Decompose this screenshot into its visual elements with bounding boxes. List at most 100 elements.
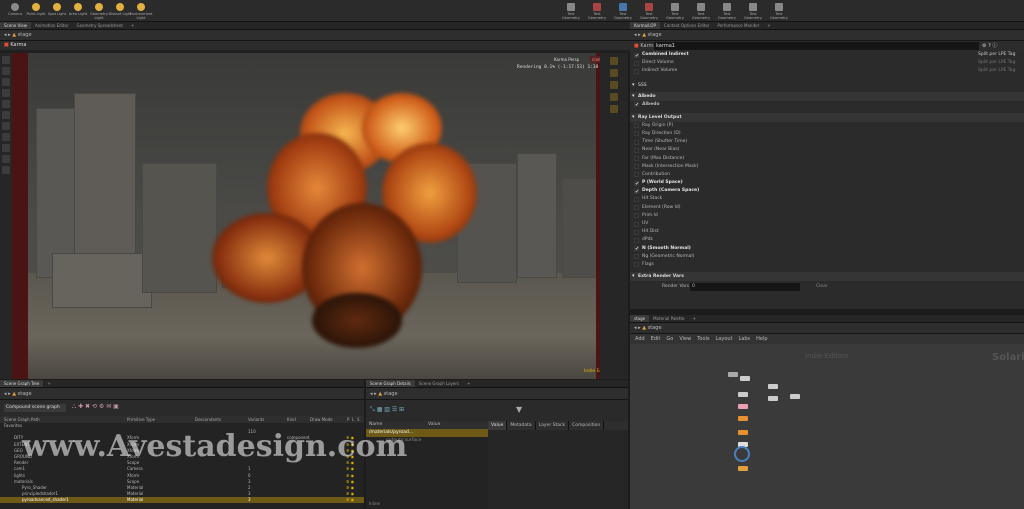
- param-checkbox[interactable]: [634, 229, 639, 235]
- param-checkbox[interactable]: [634, 221, 639, 227]
- karma-render-viewport[interactable]: Rendering 0.1% (-1:17:53) 1:38 Karma Per…: [12, 53, 628, 379]
- param-checkbox-row[interactable]: Element (Row Id): [630, 204, 1024, 212]
- filter-icon[interactable]: ▼: [516, 405, 522, 414]
- param-checkbox[interactable]: [634, 139, 639, 145]
- param-checkbox-row[interactable]: Hit Dist: [630, 228, 1024, 236]
- param-checkbox-row[interactable]: Indirect Volume Split per LPE Tag: [630, 67, 1024, 75]
- param-checkbox-row[interactable]: Ray Direction (D): [630, 130, 1024, 138]
- param-checkbox[interactable]: [634, 147, 639, 153]
- test-geometry-button[interactable]: Test Geometry: [662, 3, 688, 21]
- lop-node[interactable]: [728, 372, 738, 377]
- albedo-checkbox[interactable]: [634, 101, 639, 109]
- lop-node[interactable]: [790, 394, 800, 399]
- renderer-menu[interactable]: Karma Persp: [552, 56, 582, 63]
- lop-node[interactable]: [738, 416, 748, 421]
- param-checkbox[interactable]: [634, 156, 639, 161]
- details-subtab[interactable]: Composition: [569, 421, 605, 430]
- param-checkbox[interactable]: [634, 254, 639, 260]
- scale-tool-icon[interactable]: [2, 89, 10, 97]
- param-checkbox[interactable]: [634, 237, 639, 243]
- network-menu-item[interactable]: Help: [756, 336, 767, 342]
- column-header[interactable]: Scene Graph Path: [4, 416, 40, 423]
- viewport-path[interactable]: stage: [18, 32, 32, 38]
- param-checkbox-row[interactable]: Near (Near Bias): [630, 146, 1024, 154]
- tab-performance-monitor[interactable]: Performance Monitor: [713, 22, 763, 29]
- network-path[interactable]: stage: [648, 325, 662, 331]
- lop-node[interactable]: [738, 404, 748, 409]
- param-checkbox[interactable]: [634, 172, 639, 178]
- tab-material-palette[interactable]: Material Palette: [649, 315, 688, 322]
- column-header[interactable]: Variants: [248, 416, 264, 423]
- add-tab-button[interactable]: +: [463, 380, 474, 387]
- scene-tree-path[interactable]: stage: [18, 391, 32, 397]
- camera-tool-icon[interactable]: [2, 133, 10, 141]
- lpe-tag-label[interactable]: Split per LPE Tag: [978, 59, 1015, 67]
- back-arrow-icon[interactable]: ◂ ▸: [370, 391, 377, 397]
- column-header[interactable]: P: [347, 416, 349, 423]
- table-row[interactable]: pyroadvanced_shader1 Material 3 ✲ ◉: [0, 497, 364, 504]
- param-checkbox-row[interactable]: Ray Origin (P): [630, 122, 1024, 130]
- display-option-icon[interactable]: [610, 93, 618, 101]
- display-option-icon[interactable]: [610, 69, 618, 77]
- param-checkbox[interactable]: [634, 60, 639, 66]
- test-geometry-button[interactable]: Test Geometry: [688, 3, 714, 21]
- param-checkbox-row[interactable]: P (World Space): [630, 179, 1024, 188]
- param-checkbox-row[interactable]: Depth (Camera Space): [630, 187, 1024, 196]
- param-checkbox-row[interactable]: Contribution: [630, 171, 1024, 179]
- lop-node[interactable]: [738, 392, 748, 397]
- test-geometry-button[interactable]: Test Geometry: [584, 3, 610, 21]
- tab-scene-graph-layers[interactable]: Scene Graph Layers: [415, 380, 463, 387]
- param-checkbox[interactable]: [634, 180, 639, 188]
- param-checkbox[interactable]: [634, 164, 639, 170]
- details-subtab[interactable]: Layer Stack: [536, 421, 570, 430]
- add-tab-button[interactable]: +: [688, 315, 699, 322]
- column-header[interactable]: S: [357, 416, 360, 423]
- tab-scene-view[interactable]: Scene View: [0, 22, 31, 29]
- rotate-tool-icon[interactable]: [2, 78, 10, 86]
- scene-tool-icons[interactable]: ⛬ ✚ ✖ ⟲ ⚙ ✉ ▣: [72, 403, 119, 411]
- network-menu-item[interactable]: Layout: [716, 336, 733, 342]
- shelf-tool-button[interactable]: Environment Light: [128, 3, 154, 21]
- display-option-icon[interactable]: [610, 81, 618, 89]
- param-checkbox-row[interactable]: dPdz: [630, 236, 1024, 244]
- param-checkbox-row[interactable]: Hit Stack: [630, 195, 1024, 203]
- details-subtab[interactable]: Metadata: [507, 421, 536, 430]
- section-sss[interactable]: SSS: [630, 80, 1024, 90]
- param-checkbox[interactable]: [634, 262, 639, 268]
- test-geometry-button[interactable]: Test Geometry: [636, 3, 662, 21]
- light-tool-icon[interactable]: [2, 122, 10, 130]
- param-checkbox[interactable]: [634, 213, 639, 219]
- section-ray-level-output[interactable]: Ray Level Output: [630, 112, 1024, 122]
- network-menu-item[interactable]: Add: [635, 336, 645, 342]
- lop-node[interactable]: [768, 384, 778, 389]
- param-checkbox-row[interactable]: Mask (Intersection Mask): [630, 163, 1024, 171]
- param-checkbox[interactable]: [634, 52, 639, 60]
- back-arrow-icon[interactable]: ◂ ▸: [4, 391, 11, 397]
- lpe-tag-label[interactable]: Split per LPE Tag: [978, 67, 1015, 75]
- details-subtab[interactable]: Value: [488, 421, 508, 430]
- section-extra-render-vars[interactable]: Extra Render Vars: [630, 272, 1024, 282]
- add-tab-button[interactable]: +: [127, 22, 138, 29]
- column-header[interactable]: Primitive Type: [127, 416, 155, 423]
- magnet-tool-icon[interactable]: [2, 166, 10, 174]
- param-checkbox[interactable]: [634, 196, 639, 202]
- lpe-tag-label[interactable]: Split per LPE Tag: [978, 51, 1015, 59]
- network-menu-item[interactable]: Tools: [697, 336, 709, 342]
- param-checkbox-row[interactable]: Flags: [630, 261, 1024, 269]
- network-menu-item[interactable]: Edit: [651, 336, 661, 342]
- column-header[interactable]: Descendants: [195, 416, 221, 423]
- back-arrow-icon[interactable]: ◂ ▸: [634, 32, 641, 38]
- network-menu-item[interactable]: Go: [666, 336, 673, 342]
- param-checkbox[interactable]: [634, 188, 639, 196]
- details-tool-icons[interactable]: ⤡ ▦ ▥ ☰ ⊞: [370, 406, 404, 414]
- back-arrow-icon[interactable]: ◂ ▸: [4, 32, 11, 38]
- network-menu-item[interactable]: Labs: [739, 336, 751, 342]
- test-geometry-button[interactable]: Test Geometry: [610, 3, 636, 21]
- lop-node[interactable]: [740, 376, 750, 381]
- tab-geometry-spreadsheet[interactable]: Geometry Spreadsheet: [72, 22, 126, 29]
- display-option-icon[interactable]: [610, 105, 618, 113]
- tab-animation-editor[interactable]: Animation Editor: [31, 22, 73, 29]
- handle-tool-icon[interactable]: [2, 100, 10, 108]
- tab-stage[interactable]: stage: [630, 315, 650, 322]
- param-checkbox[interactable]: [634, 123, 639, 129]
